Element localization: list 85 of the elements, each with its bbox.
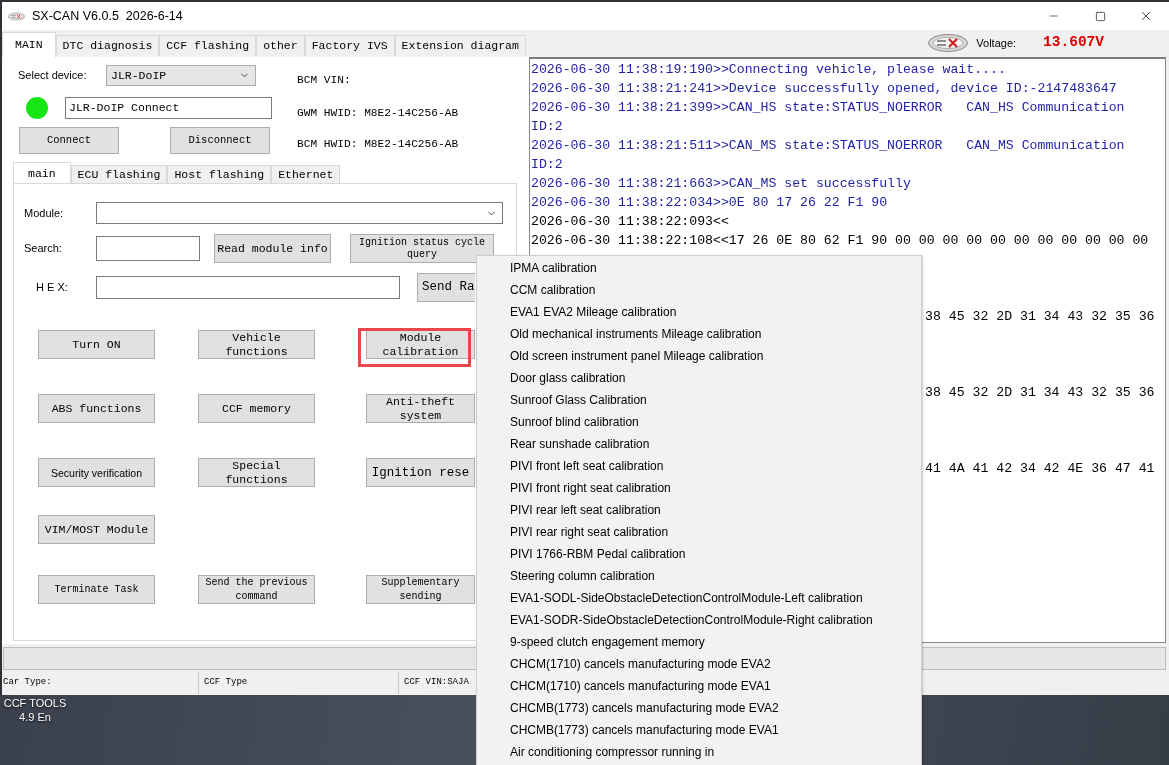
function-button[interactable]: Security verification <box>38 458 155 487</box>
menu-item[interactable]: CHCMB(1773) cancels manufacturing mode EVA2 <box>477 697 921 719</box>
menu-item[interactable]: CHCMB(1773) cancels manufacturing mode EVA1 <box>477 719 921 741</box>
menu-item[interactable]: Steering column calibration <box>477 565 921 587</box>
log-line: 41 4A 41 42 34 42 4E 36 47 41 <box>925 460 1155 478</box>
function-button[interactable]: Turn ON <box>38 330 155 359</box>
menu-item[interactable]: Door glass calibration <box>477 367 921 389</box>
function-button[interactable]: ABS functions <box>38 394 155 423</box>
menu-item[interactable]: PIVI 1766-RBM Pedal calibration <box>477 543 921 565</box>
ignition-query-button[interactable]: Ignition status cycle query <box>350 234 494 263</box>
log-line: 2026-06-30 11:38:21:663>>CAN_MS set successfully <box>531 175 912 193</box>
menu-item[interactable]: 9-speed clutch engagement memory <box>477 631 921 653</box>
log-line: 2026-06-30 11:38:21:511>>CAN_MS state:STATUS_NOERROR CAN_MS Communication ID:2 <box>531 137 1126 174</box>
search-label: Search: <box>23 241 63 257</box>
menu-item[interactable]: Old mechanical instruments Mileage calibration <box>477 323 921 345</box>
voltage-value: 13.607V <box>1043 33 1104 53</box>
tab[interactable]: DTC diagnosis <box>55 35 160 56</box>
logo-icon <box>928 34 969 53</box>
module-dropdown[interactable] <box>96 202 503 224</box>
menu-item[interactable]: PIVI front right seat calibration <box>477 477 921 499</box>
disconnect-button[interactable]: Disconnect <box>170 127 270 154</box>
menu-item[interactable]: PIVI rear right seat calibration <box>477 521 921 543</box>
device-dropdown[interactable]: JLR-DoIP <box>106 65 256 86</box>
search-field[interactable] <box>96 236 200 261</box>
function-button[interactable]: Send the previous command <box>198 575 315 604</box>
menu-item[interactable]: CHCM(1710) cancels manufacturing mode EVA1 <box>477 675 921 697</box>
send-button[interactable]: Send Ra <box>417 273 475 302</box>
menu-item[interactable]: PIVI rear left seat calibration <box>477 499 921 521</box>
module-label: Module: <box>23 205 65 221</box>
connect-button[interactable]: Connect <box>19 127 119 154</box>
hex-label: H E X: <box>35 280 69 296</box>
status-text: Car Type: <box>3 676 52 690</box>
connection-field[interactable]: JLR-DoIP Connect <box>65 97 272 119</box>
log-line: 2026-06-30 11:38:21:241>>Device successfully opened, device ID:-2147483647 <box>531 80 1118 98</box>
status-text: CCF VIN:SAJA <box>404 676 469 690</box>
maximize-icon <box>1094 10 1106 22</box>
window-title: SX-CAN V6.0.5 2026-6-14 <box>32 7 183 25</box>
device-label: Select device: <box>17 68 88 84</box>
voltage-label: Voltage: <box>976 35 1017 51</box>
tab[interactable]: Host flashing <box>167 165 272 183</box>
menu-item[interactable]: Air conditioning compressor running in <box>477 741 921 763</box>
close-icon <box>1139 9 1153 23</box>
info-text: BCM VIN: <box>297 73 352 88</box>
tab[interactable]: Factory IVS <box>304 35 395 56</box>
desktop-icon-label[interactable]: 4.9 En <box>19 710 51 724</box>
menu-item[interactable]: EVA1-SODL-SideObstacleDetectionControlModule-Left calibration <box>477 587 921 609</box>
tab[interactable]: Ethernet <box>271 165 341 183</box>
info-text: BCM HWID: M8E2-14C256-AB <box>297 137 459 152</box>
desktop-icon-label[interactable]: CCF TOOLS <box>3 696 67 710</box>
function-button[interactable]: CCF memory <box>198 394 315 423</box>
log-line: 2026-06-30 11:38:22:108<<17 26 0E 80 62 F1 90 00 00 00 00 00 00 00 00 00 00 00 <box>531 232 1150 250</box>
log-line: 2026-06-30 11:38:19:190>>Connecting vehicle, please wait.... <box>531 61 1007 79</box>
function-button[interactable]: Vehicle functions <box>198 330 315 359</box>
menu-item[interactable]: EVA1-SODR-SideObstacleDetectionControlModule-Right calibration <box>477 609 921 631</box>
function-button[interactable]: Special functions <box>198 458 315 487</box>
function-button[interactable]: Supplementary sending <box>366 575 475 604</box>
menu-item[interactable]: PIVI front left seat calibration <box>477 455 921 477</box>
log-line: 2026-06-30 11:38:21:399>>CAN_HS state:STATUS_NOERROR CAN_HS Communication ID:2 <box>531 99 1126 136</box>
app-logo-icon <box>8 11 25 21</box>
menu-item[interactable]: Sunroof Glass Calibration <box>477 389 921 411</box>
function-button[interactable]: Module calibration <box>366 330 475 359</box>
function-button[interactable]: Anti-theft system <box>366 394 475 423</box>
log-line: 2026-06-30 11:38:22:034>>0E 80 17 26 22 F1 90 <box>531 194 889 212</box>
tab[interactable]: ECU flashing <box>70 165 168 183</box>
menu-item[interactable]: Old screen instrument panel Mileage calibration <box>477 345 921 367</box>
tab[interactable]: other <box>256 35 305 56</box>
menu-item[interactable]: Sunroof blind calibration <box>477 411 921 433</box>
menu-item[interactable]: CCM calibration <box>477 279 921 301</box>
tab[interactable]: Extension diagram <box>394 35 526 56</box>
tab[interactable]: CCF flashing <box>159 35 257 56</box>
log-line: 38 45 32 2D 31 34 43 32 35 36 <box>925 384 1155 402</box>
hex-field[interactable] <box>96 276 400 299</box>
menu-item[interactable]: EVA1 EVA2 Mileage calibration <box>477 301 921 323</box>
function-button[interactable]: Ignition rese <box>366 458 475 487</box>
read-module-info-button[interactable]: Read module info <box>214 234 331 263</box>
info-text: GWM HWID: M8E2-14C256-AB <box>297 106 459 121</box>
tab[interactable]: main <box>13 162 71 183</box>
log-line: 2026-06-30 11:38:22:093<< <box>531 213 730 231</box>
log-line: 38 45 32 2D 31 34 43 32 35 36 <box>925 308 1155 326</box>
function-button[interactable]: Terminate Task <box>38 575 155 604</box>
menu-item[interactable]: CHCM(1710) cancels manufacturing mode EVA2 <box>477 653 921 675</box>
tab[interactable]: MAIN <box>2 32 56 57</box>
function-button[interactable]: VIM/MOST Module <box>38 515 155 544</box>
menu-item[interactable]: Rear sunshade calibration <box>477 433 921 455</box>
status-text: CCF Type <box>204 676 248 690</box>
